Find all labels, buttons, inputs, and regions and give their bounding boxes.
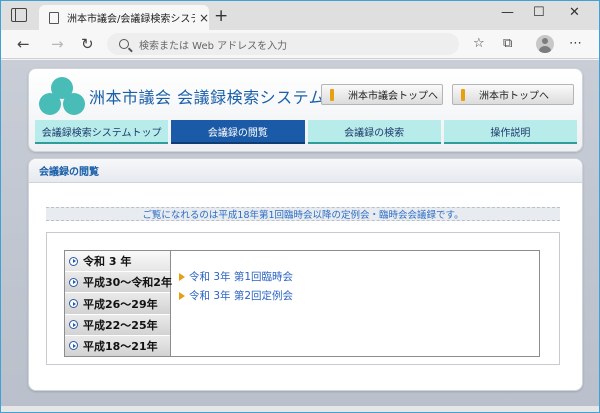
session-link[interactable]: 令和 3年 第2回定例会 [179, 288, 539, 303]
link-bar-icon [461, 88, 465, 101]
tab-strip: 洲本市議会/会議録検索システム × + — ☐ ✕ [1, 1, 599, 30]
maximize-button[interactable]: ☐ [533, 5, 545, 20]
nav-tab-search-top[interactable]: 会議録検索システムトップ [35, 120, 169, 144]
year-label: 平成26〜29年 [83, 297, 158, 311]
refresh-icon[interactable]: ↻ [81, 35, 94, 53]
city-top-label: 洲本市トップへ [479, 91, 549, 102]
favorites-star-icon[interactable]: ☆ [473, 36, 485, 51]
council-top-label: 洲本市議会トップへ [348, 91, 438, 102]
session-label: 令和 3年 第1回臨時会 [189, 271, 294, 283]
council-top-link[interactable]: 洲本市議会トップへ [321, 84, 443, 105]
more-menu-icon[interactable]: ⋯ [569, 36, 582, 51]
site-title: 洲本市議会 会議録検索システム [89, 88, 326, 107]
nav-tab-search[interactable]: 会議録の検索 [307, 120, 441, 144]
session-list: 令和 3年 第1回臨時会 令和 3年 第2回定例会 [171, 251, 539, 356]
nav-tab-help[interactable]: 操作説明 [443, 120, 577, 144]
circle-arrow-icon [69, 320, 78, 330]
page-bottom-strip [1, 406, 599, 412]
section-title: 会議録の閲覧 [29, 159, 582, 183]
year-label: 平成22〜25年 [83, 318, 158, 332]
triangle-bullet-icon [179, 291, 185, 300]
circle-arrow-icon [69, 277, 78, 287]
nav-tab-browse[interactable]: 会議録の閲覧 [171, 120, 305, 144]
year-item-h18-21[interactable]: 平成18〜21年 [65, 335, 170, 357]
session-link[interactable]: 令和 3年 第1回臨時会 [179, 269, 539, 284]
site-header: 洲本市議会 会議録検索システム 洲本市議会トップへ 洲本市トップへ 会議録検索シ… [28, 68, 583, 152]
year-item-h26-29[interactable]: 平成26〜29年 [65, 293, 170, 315]
tab-title: 洲本市議会/会議録検索システム [67, 14, 195, 25]
address-bar-row: ← → ↻ 検索または Web アドレスを入力 ☆ ⧉ ⋯ [1, 30, 599, 59]
city-logo-icon [39, 77, 85, 115]
address-placeholder: 検索または Web アドレスを入力 [139, 40, 288, 52]
collections-icon[interactable]: ⧉ [503, 36, 512, 51]
year-label: 平成18〜21年 [83, 339, 158, 353]
search-icon [119, 39, 129, 49]
browse-panel: 会議録の閲覧 ご覧になれるのは平成18年第1回臨時会以降の定例会・臨時会会議録で… [28, 158, 583, 391]
circle-arrow-icon [69, 299, 78, 308]
session-label: 令和 3年 第2回定例会 [189, 290, 294, 302]
web-page: 洲本市議会 会議録検索システム 洲本市議会トップへ 洲本市トップへ 会議録検索シ… [1, 60, 599, 412]
circle-arrow-icon [69, 256, 78, 266]
circle-arrow-icon [69, 341, 78, 351]
new-tab-button[interactable]: + [214, 6, 228, 26]
year-list: 令和 3 年 平成30〜令和2年 平成26〜29年 平成22〜25年 平成18〜… [65, 251, 172, 357]
browser-tab[interactable]: 洲本市議会/会議録検索システム × [39, 5, 209, 30]
year-item-h22-25[interactable]: 平成22〜25年 [65, 314, 170, 336]
browse-table: 令和 3 年 平成30〜令和2年 平成26〜29年 平成22〜25年 平成18〜… [64, 250, 540, 357]
browser-window: 洲本市議会/会議録検索システム × + — ☐ ✕ ← → ↻ 検索または We… [0, 0, 600, 413]
main-nav: 会議録検索システムトップ 会議録の閲覧 会議録の検索 操作説明 [35, 120, 577, 144]
triangle-bullet-icon [179, 272, 185, 281]
year-label: 平成30〜令和2年 [83, 276, 172, 290]
tab-actions-icon[interactable] [11, 8, 27, 22]
close-tab-icon[interactable]: × [199, 11, 209, 25]
link-bar-icon [330, 88, 334, 101]
minimize-button[interactable]: — [501, 5, 514, 20]
profile-avatar[interactable] [536, 35, 554, 53]
year-item-r3[interactable]: 令和 3 年 [65, 251, 170, 273]
back-arrow-icon[interactable]: ← [17, 35, 30, 53]
page-icon [49, 11, 59, 24]
browse-box: 令和 3 年 平成30〜令和2年 平成26〜29年 平成22〜25年 平成18〜… [46, 232, 560, 365]
year-item-h30-r2[interactable]: 平成30〜令和2年 [65, 272, 172, 294]
availability-notice: ご覧になれるのは平成18年第1回臨時会以降の定例会・臨時会会議録です。 [46, 207, 560, 221]
city-top-link[interactable]: 洲本市トップへ [452, 84, 574, 105]
year-label: 令和 3 年 [83, 255, 132, 269]
forward-arrow-icon[interactable]: → [51, 35, 64, 53]
close-window-button[interactable]: ✕ [569, 5, 580, 20]
browser-inner: 洲本市議会/会議録検索システム × + — ☐ ✕ ← → ↻ 検索または We… [1, 1, 599, 412]
address-bar[interactable]: 検索または Web アドレスを入力 [107, 33, 459, 55]
